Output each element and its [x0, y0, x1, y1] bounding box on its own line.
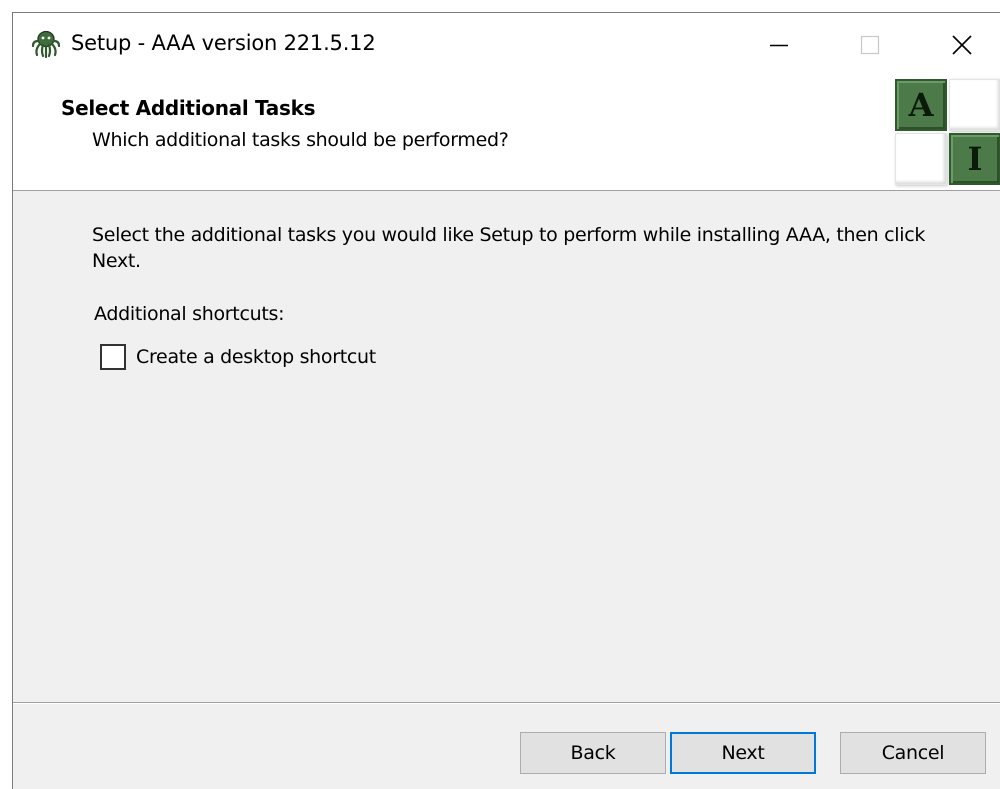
- wizard-header: Select Additional Tasks Which additional…: [13, 75, 1000, 191]
- desktop-shortcut-label[interactable]: Create a desktop shortcut: [136, 346, 376, 368]
- footer-divider: [13, 702, 1000, 704]
- minimize-button[interactable]: [757, 25, 801, 65]
- cancel-button[interactable]: Cancel: [840, 732, 986, 774]
- title-bar[interactable]: Setup - AAA version 221.5.12: [13, 13, 1000, 75]
- minimize-icon: [770, 44, 788, 47]
- page-subtitle: Which additional tasks should be perform…: [92, 129, 509, 151]
- close-icon: [952, 35, 972, 55]
- logo-tile-i: I: [949, 133, 1000, 185]
- additional-shortcuts-label: Additional shortcuts:: [94, 303, 285, 325]
- wizard-logo: A I: [893, 77, 1000, 187]
- next-button[interactable]: Next: [670, 732, 816, 774]
- desktop-shortcut-option[interactable]: Create a desktop shortcut: [100, 344, 376, 370]
- octopus-icon: [31, 30, 61, 59]
- back-button[interactable]: Back: [520, 732, 666, 774]
- instructions-text: Select the additional tasks you would li…: [92, 224, 926, 272]
- logo-tile-a: A: [895, 79, 947, 131]
- logo-tile-blank-top: [949, 79, 1000, 131]
- maximize-icon: [860, 35, 880, 55]
- maximize-button[interactable]: [848, 25, 892, 65]
- wizard-content: Select the additional tasks you would li…: [13, 192, 1000, 702]
- window-title: Setup - AAA version 221.5.12: [71, 31, 376, 55]
- page-title: Select Additional Tasks: [61, 96, 316, 120]
- logo-tile-blank-bottom: [895, 133, 947, 185]
- desktop-shortcut-checkbox[interactable]: [100, 344, 126, 370]
- setup-window: Setup - AAA version 221.5.12 Select Addi…: [12, 12, 1000, 789]
- close-button[interactable]: [940, 25, 984, 65]
